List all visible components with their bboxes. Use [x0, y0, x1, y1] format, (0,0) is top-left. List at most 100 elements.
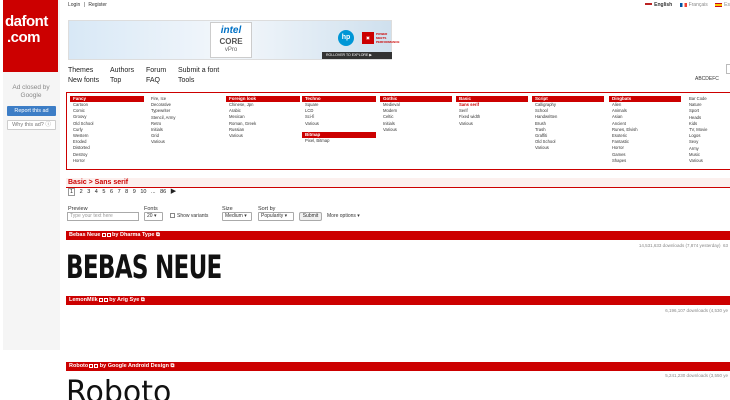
intel-sub: vPro: [224, 46, 238, 53]
font-author[interactable]: by Dharma Type: [112, 232, 154, 238]
subcategory-link[interactable]: Various: [456, 121, 528, 127]
page-8[interactable]: 8: [125, 189, 128, 195]
subcategory-link[interactable]: Various: [226, 133, 300, 139]
category-column: Gothic Medieval Modern Celtic Initials Variou…: [380, 96, 452, 133]
link-separator: |: [83, 2, 85, 8]
subcategory-link[interactable]: Various: [148, 139, 222, 145]
page-6[interactable]: 6: [110, 189, 113, 195]
nav-new-fonts[interactable]: New fonts: [68, 76, 99, 86]
es-flag-icon: [715, 2, 723, 7]
page-10[interactable]: 10: [140, 189, 146, 195]
alphabet-index[interactable]: ABCDEFC: [695, 76, 719, 82]
checkbox-icon: [170, 213, 175, 219]
why-this-ad-button[interactable]: Why this ad? ⓘ: [7, 120, 56, 130]
font-name[interactable]: Roboto: [69, 363, 88, 369]
lang-english[interactable]: English: [645, 2, 672, 8]
font-author[interactable]: by Google Android Design: [100, 363, 169, 369]
subcategory-link[interactable]: Various: [302, 121, 376, 127]
tag-icon: [106, 232, 111, 237]
page-5[interactable]: 5: [102, 189, 105, 195]
more-options-link[interactable]: More options ▾: [327, 213, 360, 219]
sort-select[interactable]: Popularity ▾: [258, 212, 294, 221]
nav-forum[interactable]: Forum: [146, 66, 166, 76]
download-count: 14,531,633 downloads (7,874 yesterday) 6…: [639, 243, 728, 248]
show-variants-label: Show variants: [177, 213, 209, 219]
page-9[interactable]: 9: [133, 189, 136, 195]
page-2[interactable]: 2: [80, 189, 83, 195]
page-3[interactable]: 3: [87, 189, 90, 195]
external-link-icon[interactable]: ⧉: [156, 232, 160, 238]
font-preview-roboto[interactable]: Roboto: [66, 378, 171, 400]
ad-closed-text: Ad closed by Google: [12, 84, 50, 99]
tag-icon: [94, 363, 99, 368]
page-1[interactable]: 1: [68, 188, 76, 196]
page-4[interactable]: 4: [95, 189, 98, 195]
tag-icon: [103, 297, 108, 302]
page-last[interactable]: 86: [160, 189, 166, 195]
register-link[interactable]: Register: [88, 2, 107, 8]
chevron-down-icon: ▾: [284, 213, 288, 219]
font-header-bebas[interactable]: Bebas Neue by Dharma Type ⧉: [66, 231, 730, 240]
chevron-down-icon: ▾: [153, 213, 157, 219]
download-count: 5,241,230 downloads (3,550 ye: [665, 373, 728, 378]
nav-themes[interactable]: Themes: [68, 66, 93, 76]
category-column: Techno Square LCD Sci-fi Various Bitmap Pixel,…: [302, 96, 376, 144]
dafont-logo[interactable]: dafont .com: [3, 0, 58, 72]
subcategory-link[interactable]: Shapes: [609, 158, 681, 164]
tag-icon: [98, 297, 103, 302]
page-7[interactable]: 7: [118, 189, 121, 195]
external-link-icon[interactable]: ⧉: [170, 363, 174, 369]
category-column: Script Calligraphy School Handwritten Brush T…: [532, 96, 604, 152]
next-page-icon[interactable]: ▶: [171, 188, 176, 195]
preview-text-input[interactable]: Type your text here: [67, 212, 139, 221]
font-header-lemonmilk[interactable]: LemonMilk by Arig Sye ⧉: [66, 296, 730, 305]
font-name[interactable]: Bebas Neue: [69, 232, 101, 238]
download-count-text: 14,531,633 downloads (7,874 yesterday): [638, 243, 721, 248]
download-extra: 63: [722, 243, 728, 248]
tag-icon: [89, 363, 94, 368]
nav-faq[interactable]: FAQ: [146, 76, 160, 86]
subcategory-link[interactable]: Various: [380, 127, 452, 133]
lang-english-label: English: [654, 2, 673, 8]
category-column: Fire, Ice Decorative Typewriter Stencil, Ar…: [148, 96, 222, 146]
chevron-down-icon: ▾: [244, 213, 247, 219]
font-name[interactable]: LemonMilk: [69, 297, 98, 303]
tag-icon: [101, 232, 106, 237]
download-count: 6,196,107 downloads (4,530 ye: [665, 308, 728, 313]
font-preview-bebas[interactable]: BEBAS NEUE: [66, 250, 222, 284]
subcategory-link[interactable]: Pixel, Bitmap: [302, 138, 376, 144]
fonts-count-value: 20: [147, 213, 153, 219]
lang-french[interactable]: Français: [679, 2, 708, 8]
category-column: Fancy Cartoon Comic Groovy Old School Curly We…: [70, 96, 144, 164]
intel-product: CORE: [219, 37, 243, 46]
ad-text: POWER MEETS PERFORMANCE: [376, 32, 400, 44]
ad-badge: ▣: [362, 32, 374, 44]
lang-french-label: Français: [688, 2, 708, 8]
nav-submit[interactable]: Submit a font: [178, 66, 219, 76]
subcategory-link[interactable]: Horror: [70, 158, 144, 164]
lang-spanish[interactable]: Es: [715, 2, 730, 8]
fonts-count-select[interactable]: 20 ▾: [144, 212, 163, 221]
login-link[interactable]: Login: [68, 2, 80, 8]
breadcrumb: Basic > Sans serif: [66, 178, 730, 187]
category-column: Foreign look Chinese, Jpn Arabic Mexican Rom…: [226, 96, 300, 139]
nav-authors[interactable]: Authors: [110, 66, 134, 76]
intel-brand: intel: [220, 25, 242, 36]
size-select[interactable]: Medium ▾: [222, 212, 252, 221]
show-variants-checkbox[interactable]: Show variants: [170, 213, 208, 219]
page-ellipsis: ...: [151, 189, 156, 195]
logo-line2: .com: [7, 29, 41, 46]
alphabet-search-box[interactable]: [726, 64, 730, 74]
subcategory-link[interactable]: Various: [532, 145, 604, 151]
font-author[interactable]: by Arig Sye: [109, 297, 139, 303]
report-ad-button[interactable]: Report this ad: [7, 106, 56, 116]
rollover-to-explore[interactable]: ROLLOVER TO EXPLORE ▶: [322, 52, 392, 59]
language-selector: English Français Es: [639, 2, 730, 8]
category-column: Bar Code Nature Sport Heads Kids TV, Movie Log…: [686, 96, 730, 164]
submit-button[interactable]: Submit: [299, 212, 322, 221]
nav-top[interactable]: Top: [110, 76, 121, 86]
font-header-roboto[interactable]: Roboto by Google Android Design ⧉: [66, 362, 730, 371]
subcategory-link[interactable]: Various: [686, 158, 730, 164]
external-link-icon[interactable]: ⧉: [141, 297, 145, 303]
nav-tools[interactable]: Tools: [178, 76, 194, 86]
